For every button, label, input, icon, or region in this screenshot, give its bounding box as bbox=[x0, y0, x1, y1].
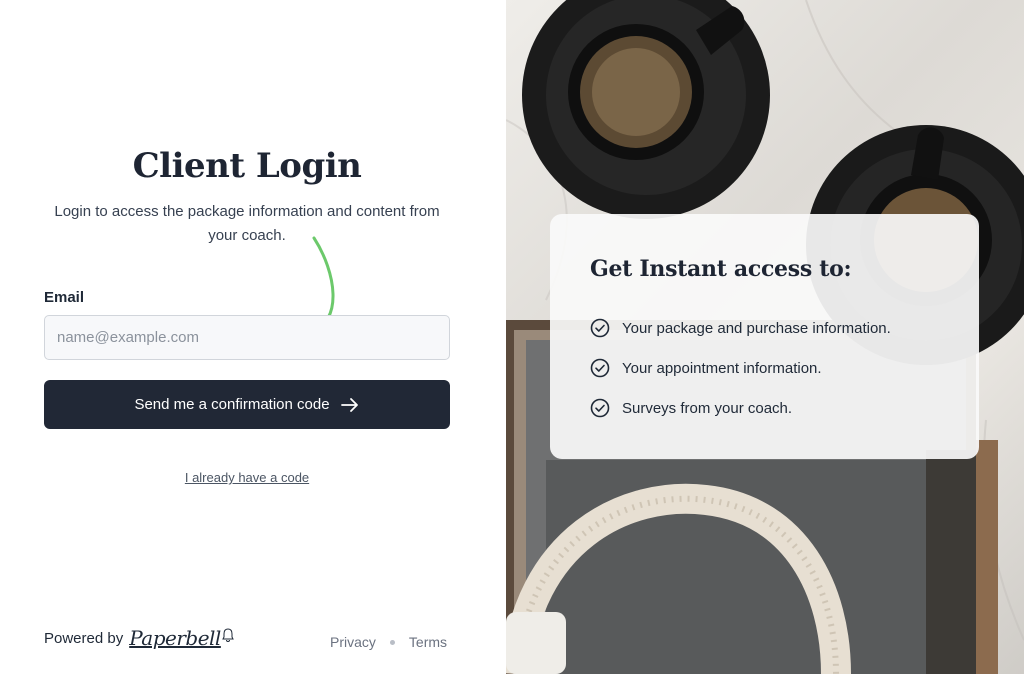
privacy-link[interactable]: Privacy bbox=[330, 634, 376, 650]
powered-by-text: Powered by bbox=[44, 629, 124, 647]
check-circle-icon bbox=[590, 358, 610, 378]
send-code-button-label: Send me a confirmation code bbox=[134, 396, 330, 413]
page-title: Client Login bbox=[132, 146, 362, 186]
email-field[interactable] bbox=[44, 315, 450, 360]
send-code-button[interactable]: Send me a confirmation code bbox=[44, 380, 450, 429]
separator-dot bbox=[389, 639, 395, 645]
footer-links: Privacy Terms bbox=[330, 634, 447, 650]
access-item: Surveys from your coach. bbox=[590, 398, 792, 418]
have-code-link[interactable]: I already have a code bbox=[0, 470, 494, 485]
powered-by: Powered by Paperbell bbox=[44, 626, 234, 650]
terms-link[interactable]: Terms bbox=[409, 634, 447, 650]
check-circle-icon bbox=[590, 398, 610, 418]
check-circle-icon bbox=[590, 318, 610, 338]
access-item: Your package and purchase information. bbox=[590, 318, 891, 338]
bell-icon bbox=[222, 628, 234, 642]
access-item-label: Your appointment information. bbox=[622, 359, 822, 377]
access-item-label: Your package and purchase information. bbox=[622, 319, 891, 337]
brand-name: Paperbell bbox=[129, 626, 221, 650]
page-subtitle: Login to access the package information … bbox=[54, 203, 440, 244]
arrow-right-icon bbox=[340, 397, 358, 412]
login-panel: Client Login Login to access the package… bbox=[0, 0, 506, 674]
access-card: Get Instant access to: Your package and … bbox=[550, 214, 979, 459]
email-label: Email bbox=[44, 289, 85, 306]
hero-image-panel: Get Instant access to: Your package and … bbox=[506, 0, 1024, 674]
access-item: Your appointment information. bbox=[590, 358, 822, 378]
access-card-title: Get Instant access to: bbox=[590, 256, 852, 282]
access-item-label: Surveys from your coach. bbox=[622, 399, 793, 417]
paperbell-logo[interactable]: Paperbell bbox=[129, 626, 234, 650]
